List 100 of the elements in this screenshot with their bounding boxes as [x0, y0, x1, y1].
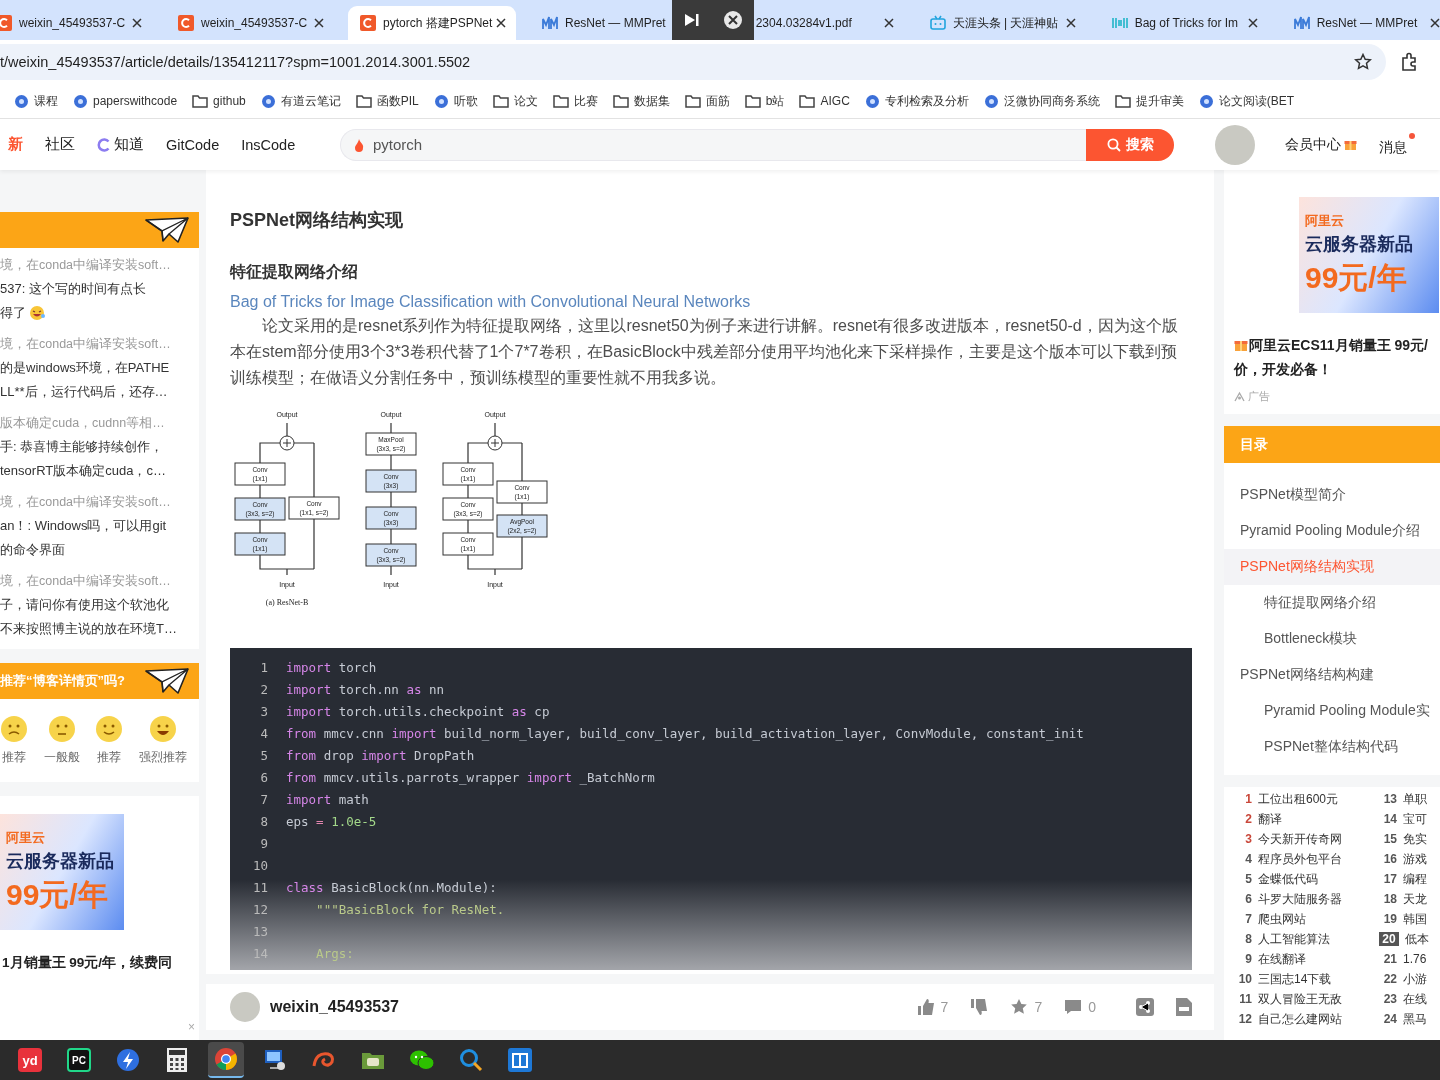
rating-option[interactable]: 强烈推荐	[138, 715, 187, 766]
close-icon[interactable]	[1429, 18, 1440, 28]
bookmark-item[interactable]: 面筋	[684, 92, 730, 110]
bookmark-item[interactable]: 数据集	[612, 92, 670, 110]
trending-item[interactable]: 19 韩国	[1379, 909, 1440, 929]
author-name[interactable]: weixin_45493537	[270, 998, 399, 1016]
rank-number: 21	[1382, 952, 1397, 966]
pdf-button[interactable]	[1176, 998, 1192, 1016]
close-icon[interactable]	[314, 18, 324, 28]
magnifier-app-icon	[459, 1048, 483, 1072]
close-icon[interactable]	[883, 18, 894, 28]
trending-item[interactable]: 22 小游	[1379, 969, 1440, 989]
folder-icon	[492, 94, 509, 108]
rating-option[interactable]: 一般般	[43, 715, 80, 766]
toc-item[interactable]: Pyramid Pooling Module实	[1224, 693, 1440, 729]
share-button[interactable]	[1136, 998, 1154, 1016]
toc-item[interactable]: PSPNet模型简介	[1224, 477, 1440, 513]
bookmark-item[interactable]: 课程	[14, 92, 58, 110]
ad-banner[interactable]: 阿里云 云服务器新品 99元/年	[1299, 197, 1439, 313]
bookmark-item[interactable]: AIGC	[799, 94, 850, 108]
close-icon[interactable]	[1065, 18, 1076, 28]
taskbar-app[interactable]: yd	[12, 1042, 48, 1078]
close-icon[interactable]	[1247, 18, 1258, 28]
bookmark-item[interactable]: 论文	[492, 92, 538, 110]
paper-link[interactable]: Bag of Tricks for Image Classification with Convolutional Neural Networks	[230, 293, 1192, 311]
trending-item[interactable]: 17 编程	[1379, 869, 1440, 889]
bookmark-item[interactable]: 有道云笔记	[260, 92, 341, 110]
toc-item[interactable]: PSPNet整体结构代码	[1224, 729, 1440, 765]
rank-number: 17	[1382, 872, 1397, 886]
trending-item[interactable]: 5 金蝶低代码	[1234, 869, 1379, 889]
comment-text: tensorRT版本确定cuda，c…	[0, 462, 166, 480]
bookmark-item[interactable]: 函数PIL	[355, 92, 419, 110]
trending-item[interactable]: 9 在线翻译	[1234, 949, 1379, 969]
bookmark-item[interactable]: 比赛	[552, 92, 598, 110]
trending-item[interactable]: 24 黑马	[1379, 1009, 1440, 1029]
trending-item[interactable]: 6 斗罗大陆服务器	[1234, 889, 1379, 909]
close-circle-icon[interactable]	[722, 10, 743, 30]
bookmark-item[interactable]: 论文阅读(BET	[1198, 92, 1295, 110]
ad-text[interactable]: 阿里云ECS11月销量王 99元/ 价，开发必备！	[1224, 333, 1440, 381]
toc-item[interactable]: Pyramid Pooling Module介绍	[1224, 513, 1440, 549]
vip-link[interactable]: 会员中心	[1285, 135, 1357, 154]
rating-option[interactable]: 推荐	[0, 715, 28, 766]
trending-item[interactable]: 12 自己怎么建网站	[1234, 1009, 1379, 1029]
bookmark-item[interactable]: 泛微协同商务系统	[983, 92, 1100, 110]
skip-icon[interactable]	[682, 12, 701, 28]
trending-item[interactable]: 23 在线	[1379, 989, 1440, 1009]
nav-link[interactable]: GitCode	[166, 136, 220, 153]
bookmark-item[interactable]: 听歌	[433, 92, 478, 110]
taskbar-app[interactable]: PC	[61, 1042, 97, 1078]
survey-title: 推荐“博客详情页”吗?	[0, 672, 125, 690]
trending-item[interactable]: 11 双人冒险王无敌	[1234, 989, 1379, 1009]
trending-item[interactable]: 20 低本	[1379, 929, 1440, 949]
browser-tab[interactable]: weixin_45493537-C	[0, 6, 152, 40]
line-number: 5	[259, 747, 269, 763]
browser-tab[interactable]: Bag of Tricks for Im	[1099, 6, 1268, 40]
bookmark-item[interactable]: b站	[744, 92, 785, 110]
bookmark-item[interactable]: github	[192, 94, 246, 108]
chat-bubbles-icon	[409, 1049, 435, 1071]
browser-tab[interactable]: 2304.03284v1.pdf	[753, 6, 904, 40]
bookmark-item[interactable]: 提升审美	[1114, 92, 1184, 110]
bookmark-item[interactable]: paperswithcode	[73, 93, 178, 109]
bookmark-item[interactable]: 专利检索及分析	[864, 92, 969, 110]
trending-item[interactable]: 7 爬虫网站	[1234, 909, 1379, 929]
browser-tab[interactable]: ResNet — MMPret	[530, 6, 672, 40]
trending-item[interactable]: 14 宝可	[1379, 809, 1440, 829]
messages-link[interactable]: 消息	[1379, 132, 1415, 157]
toc-item[interactable]: 特征提取网络介绍	[1224, 585, 1440, 621]
dislike-button[interactable]	[970, 998, 989, 1016]
trending-item[interactable]: 13 单职	[1379, 789, 1440, 809]
search-icon	[1106, 137, 1121, 152]
figure-caption: (a) ResNet-B	[265, 598, 309, 607]
nav-link[interactable]: InsCode	[241, 136, 296, 153]
rating-option[interactable]: 推荐	[95, 715, 124, 766]
trending-item[interactable]: 3 今天新开传奇网	[1234, 829, 1379, 849]
browser-tab[interactable]: pytorch 搭建PSPNet	[348, 6, 516, 40]
ad-text[interactable]: 1月销量王 99元/年，续费同	[0, 954, 199, 972]
trending-item[interactable]: 2 翻译	[1234, 809, 1379, 829]
nav-link[interactable]: 社区	[45, 135, 75, 154]
trending-item[interactable]: 16 游戏	[1379, 849, 1440, 869]
browser-tab[interactable]: weixin_45493537-C	[166, 6, 334, 40]
trending-item[interactable]: 4 程序员外包平台	[1234, 849, 1379, 869]
nav-link[interactable]: 知道	[97, 135, 144, 154]
star-icon[interactable]	[1354, 53, 1372, 71]
ad-brand: 阿里云	[1305, 211, 1345, 230]
trending-item[interactable]: 21 1.76	[1379, 949, 1440, 969]
close-icon[interactable]	[496, 18, 506, 28]
trending-item[interactable]: 1 工位出租600元	[1234, 789, 1379, 809]
trending-item[interactable]: 8 人工智能算法	[1234, 929, 1379, 949]
search-field[interactable]: pytorch	[340, 128, 1086, 161]
trending-item[interactable]: 10 三国志14下载	[1234, 969, 1379, 989]
browser-tab[interactable]: ResNet — MMPret	[1281, 6, 1440, 40]
ad-banner[interactable]: 阿里云 云服务器新品 99元/年	[0, 814, 124, 930]
trending-item[interactable]: 18 天龙	[1379, 889, 1440, 909]
toc-item[interactable]: Bottleneck模块	[1224, 621, 1440, 657]
browser-tab[interactable]: 天涯头条 | 天涯神贴	[917, 6, 1086, 40]
trending-item[interactable]: 15 免实	[1379, 829, 1440, 849]
toc-item[interactable]: PSPNet网络结构构建	[1224, 657, 1440, 693]
connector-line	[467, 484, 469, 499]
close-icon[interactable]	[132, 18, 142, 28]
address-bar[interactable]: t/weixin_45493537/article/details/135412117?spm=1001.2014.3001.5502	[0, 44, 1386, 80]
